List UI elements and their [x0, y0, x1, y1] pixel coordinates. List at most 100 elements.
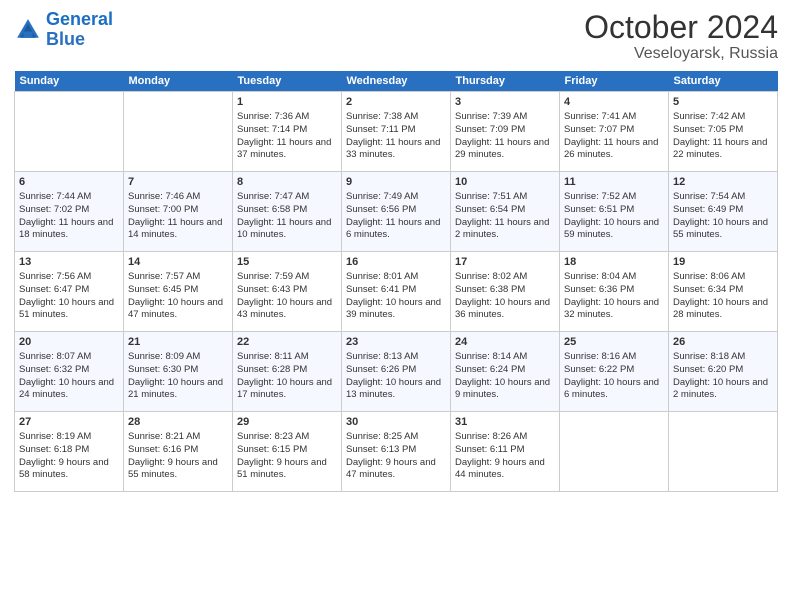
day-cell: 26Sunrise: 8:18 AM Sunset: 6:20 PM Dayli…: [669, 332, 778, 412]
week-row-3: 20Sunrise: 8:07 AM Sunset: 6:32 PM Dayli…: [15, 332, 778, 412]
day-cell: 10Sunrise: 7:51 AM Sunset: 6:54 PM Dayli…: [451, 172, 560, 252]
day-info: Sunrise: 7:52 AM Sunset: 6:51 PM Dayligh…: [564, 191, 664, 242]
day-number: 9: [346, 175, 446, 190]
day-number: 13: [19, 255, 119, 270]
day-info: Sunrise: 8:25 AM Sunset: 6:13 PM Dayligh…: [346, 431, 446, 482]
day-info: Sunrise: 7:51 AM Sunset: 6:54 PM Dayligh…: [455, 191, 555, 242]
day-cell: 15Sunrise: 7:59 AM Sunset: 6:43 PM Dayli…: [233, 252, 342, 332]
day-info: Sunrise: 7:57 AM Sunset: 6:45 PM Dayligh…: [128, 271, 228, 322]
col-saturday: Saturday: [669, 71, 778, 92]
day-cell: 3Sunrise: 7:39 AM Sunset: 7:09 PM Daylig…: [451, 92, 560, 172]
title-block: October 2024 Veseloyarsk, Russia: [584, 10, 778, 63]
day-number: 29: [237, 415, 337, 430]
day-number: 15: [237, 255, 337, 270]
day-info: Sunrise: 8:19 AM Sunset: 6:18 PM Dayligh…: [19, 431, 119, 482]
day-number: 22: [237, 335, 337, 350]
month-title: October 2024: [584, 10, 778, 45]
week-row-0: 1Sunrise: 7:36 AM Sunset: 7:14 PM Daylig…: [15, 92, 778, 172]
day-number: 7: [128, 175, 228, 190]
day-number: 4: [564, 95, 664, 110]
day-info: Sunrise: 7:42 AM Sunset: 7:05 PM Dayligh…: [673, 111, 773, 162]
day-number: 31: [455, 415, 555, 430]
day-cell: 30Sunrise: 8:25 AM Sunset: 6:13 PM Dayli…: [342, 412, 451, 492]
day-number: 27: [19, 415, 119, 430]
day-cell: [560, 412, 669, 492]
day-cell: 22Sunrise: 8:11 AM Sunset: 6:28 PM Dayli…: [233, 332, 342, 412]
page: General Blue October 2024 Veseloyarsk, R…: [0, 0, 792, 612]
day-cell: 21Sunrise: 8:09 AM Sunset: 6:30 PM Dayli…: [124, 332, 233, 412]
day-info: Sunrise: 7:47 AM Sunset: 6:58 PM Dayligh…: [237, 191, 337, 242]
day-number: 2: [346, 95, 446, 110]
col-wednesday: Wednesday: [342, 71, 451, 92]
day-cell: 13Sunrise: 7:56 AM Sunset: 6:47 PM Dayli…: [15, 252, 124, 332]
day-cell: 2Sunrise: 7:38 AM Sunset: 7:11 PM Daylig…: [342, 92, 451, 172]
day-info: Sunrise: 7:41 AM Sunset: 7:07 PM Dayligh…: [564, 111, 664, 162]
day-cell: 27Sunrise: 8:19 AM Sunset: 6:18 PM Dayli…: [15, 412, 124, 492]
day-info: Sunrise: 8:01 AM Sunset: 6:41 PM Dayligh…: [346, 271, 446, 322]
day-number: 11: [564, 175, 664, 190]
header: General Blue October 2024 Veseloyarsk, R…: [14, 10, 778, 63]
day-cell: 19Sunrise: 8:06 AM Sunset: 6:34 PM Dayli…: [669, 252, 778, 332]
logo: General Blue: [14, 10, 113, 50]
col-monday: Monday: [124, 71, 233, 92]
day-number: 24: [455, 335, 555, 350]
day-info: Sunrise: 7:46 AM Sunset: 7:00 PM Dayligh…: [128, 191, 228, 242]
day-cell: 29Sunrise: 8:23 AM Sunset: 6:15 PM Dayli…: [233, 412, 342, 492]
day-info: Sunrise: 8:14 AM Sunset: 6:24 PM Dayligh…: [455, 351, 555, 402]
day-cell: 16Sunrise: 8:01 AM Sunset: 6:41 PM Dayli…: [342, 252, 451, 332]
day-number: 17: [455, 255, 555, 270]
day-number: 5: [673, 95, 773, 110]
day-cell: 1Sunrise: 7:36 AM Sunset: 7:14 PM Daylig…: [233, 92, 342, 172]
day-cell: 12Sunrise: 7:54 AM Sunset: 6:49 PM Dayli…: [669, 172, 778, 252]
day-info: Sunrise: 8:11 AM Sunset: 6:28 PM Dayligh…: [237, 351, 337, 402]
day-cell: 9Sunrise: 7:49 AM Sunset: 6:56 PM Daylig…: [342, 172, 451, 252]
day-number: 14: [128, 255, 228, 270]
day-number: 28: [128, 415, 228, 430]
day-number: 21: [128, 335, 228, 350]
day-cell: 7Sunrise: 7:46 AM Sunset: 7:00 PM Daylig…: [124, 172, 233, 252]
day-info: Sunrise: 8:02 AM Sunset: 6:38 PM Dayligh…: [455, 271, 555, 322]
day-cell: 6Sunrise: 7:44 AM Sunset: 7:02 PM Daylig…: [15, 172, 124, 252]
day-number: 16: [346, 255, 446, 270]
day-number: 26: [673, 335, 773, 350]
day-cell: 8Sunrise: 7:47 AM Sunset: 6:58 PM Daylig…: [233, 172, 342, 252]
calendar-table: Sunday Monday Tuesday Wednesday Thursday…: [14, 71, 778, 492]
day-info: Sunrise: 7:39 AM Sunset: 7:09 PM Dayligh…: [455, 111, 555, 162]
day-cell: 23Sunrise: 8:13 AM Sunset: 6:26 PM Dayli…: [342, 332, 451, 412]
day-cell: 11Sunrise: 7:52 AM Sunset: 6:51 PM Dayli…: [560, 172, 669, 252]
day-cell: [124, 92, 233, 172]
day-number: 8: [237, 175, 337, 190]
day-cell: 25Sunrise: 8:16 AM Sunset: 6:22 PM Dayli…: [560, 332, 669, 412]
day-cell: 28Sunrise: 8:21 AM Sunset: 6:16 PM Dayli…: [124, 412, 233, 492]
day-info: Sunrise: 8:16 AM Sunset: 6:22 PM Dayligh…: [564, 351, 664, 402]
day-number: 10: [455, 175, 555, 190]
day-info: Sunrise: 7:38 AM Sunset: 7:11 PM Dayligh…: [346, 111, 446, 162]
col-friday: Friday: [560, 71, 669, 92]
day-cell: [15, 92, 124, 172]
day-cell: 4Sunrise: 7:41 AM Sunset: 7:07 PM Daylig…: [560, 92, 669, 172]
day-info: Sunrise: 8:21 AM Sunset: 6:16 PM Dayligh…: [128, 431, 228, 482]
day-info: Sunrise: 7:54 AM Sunset: 6:49 PM Dayligh…: [673, 191, 773, 242]
day-number: 3: [455, 95, 555, 110]
day-number: 1: [237, 95, 337, 110]
location-title: Veseloyarsk, Russia: [584, 45, 778, 63]
col-thursday: Thursday: [451, 71, 560, 92]
day-info: Sunrise: 8:23 AM Sunset: 6:15 PM Dayligh…: [237, 431, 337, 482]
day-number: 18: [564, 255, 664, 270]
day-cell: 31Sunrise: 8:26 AM Sunset: 6:11 PM Dayli…: [451, 412, 560, 492]
day-info: Sunrise: 8:18 AM Sunset: 6:20 PM Dayligh…: [673, 351, 773, 402]
day-info: Sunrise: 8:26 AM Sunset: 6:11 PM Dayligh…: [455, 431, 555, 482]
day-number: 25: [564, 335, 664, 350]
day-number: 30: [346, 415, 446, 430]
day-cell: 17Sunrise: 8:02 AM Sunset: 6:38 PM Dayli…: [451, 252, 560, 332]
day-info: Sunrise: 8:06 AM Sunset: 6:34 PM Dayligh…: [673, 271, 773, 322]
day-cell: 18Sunrise: 8:04 AM Sunset: 6:36 PM Dayli…: [560, 252, 669, 332]
day-cell: 24Sunrise: 8:14 AM Sunset: 6:24 PM Dayli…: [451, 332, 560, 412]
day-number: 19: [673, 255, 773, 270]
logo-icon: [14, 16, 42, 44]
week-row-4: 27Sunrise: 8:19 AM Sunset: 6:18 PM Dayli…: [15, 412, 778, 492]
day-info: Sunrise: 8:07 AM Sunset: 6:32 PM Dayligh…: [19, 351, 119, 402]
day-info: Sunrise: 8:09 AM Sunset: 6:30 PM Dayligh…: [128, 351, 228, 402]
day-cell: 20Sunrise: 8:07 AM Sunset: 6:32 PM Dayli…: [15, 332, 124, 412]
col-tuesday: Tuesday: [233, 71, 342, 92]
